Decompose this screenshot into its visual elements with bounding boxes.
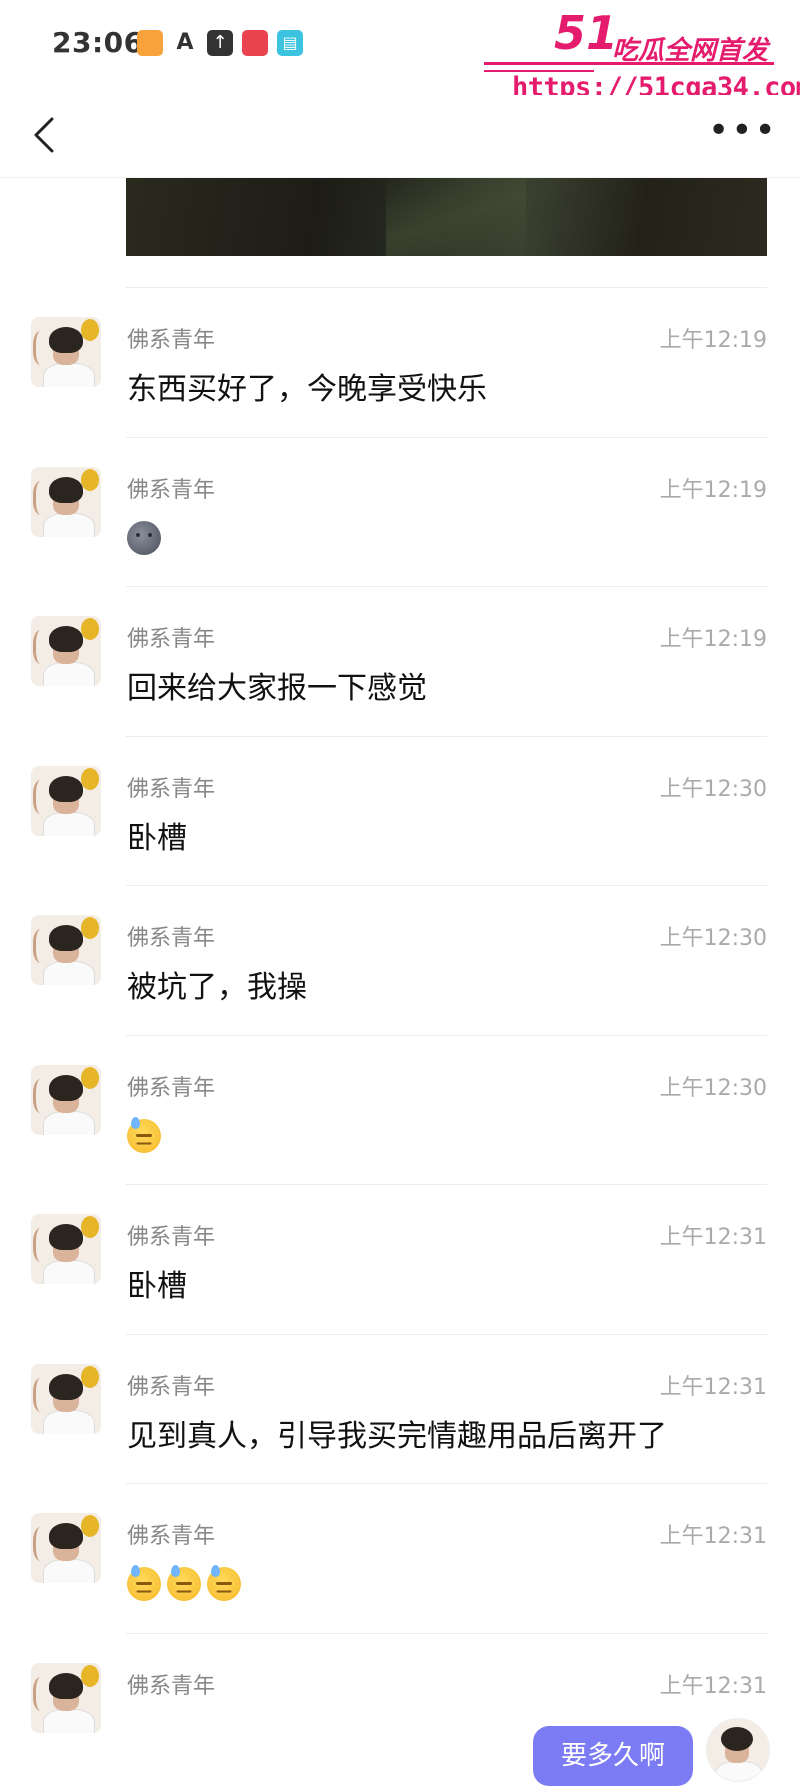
sender-name[interactable]: 佛系青年 bbox=[127, 1070, 215, 1102]
sender-name[interactable]: 佛系青年 bbox=[127, 1668, 215, 1700]
status-time: 23:06 bbox=[52, 26, 144, 59]
chat-header: ••• bbox=[0, 95, 800, 178]
sender-avatar[interactable] bbox=[31, 1513, 101, 1583]
sender-name[interactable]: 佛系青年 bbox=[127, 920, 215, 952]
message-emoji-row[interactable] bbox=[127, 1116, 167, 1155]
shopping-app-icon bbox=[242, 30, 268, 56]
app-notification-icon bbox=[137, 30, 163, 56]
downcast-sweat-face-icon bbox=[207, 1565, 241, 1601]
self-avatar[interactable] bbox=[706, 1718, 770, 1782]
message-emoji-row[interactable] bbox=[127, 1565, 247, 1603]
sender-avatar[interactable] bbox=[31, 1214, 101, 1284]
sender-name[interactable]: 佛系青年 bbox=[127, 1369, 215, 1401]
message-time: 上午12:31 bbox=[659, 1673, 767, 1699]
message-divider bbox=[126, 885, 767, 886]
downcast-sweat-face-icon bbox=[127, 1565, 161, 1601]
sender-avatar[interactable] bbox=[31, 1662, 101, 1733]
message-time: 上午12:30 bbox=[659, 776, 767, 802]
sender-avatar[interactable] bbox=[31, 1363, 101, 1434]
message-time: 上午12:30 bbox=[659, 1075, 767, 1101]
message-text[interactable]: 被坑了，我操 bbox=[127, 962, 307, 1006]
message-time: 上午12:19 bbox=[659, 328, 767, 353]
message-emoji-row[interactable] bbox=[127, 520, 167, 557]
message-time: 上午12:19 bbox=[659, 477, 767, 503]
message-divider bbox=[126, 1333, 767, 1335]
message-text[interactable]: 回来给大家报一下感觉 bbox=[127, 663, 427, 707]
message-text[interactable]: 东西买好了，今晚享受快乐 bbox=[127, 364, 487, 408]
more-dots-icon[interactable]: ••• bbox=[708, 113, 776, 151]
message-time: 上午12:31 bbox=[659, 1374, 767, 1400]
self-message-bubble[interactable]: 要多久啊 bbox=[533, 1726, 693, 1786]
watermark-underline bbox=[484, 62, 774, 65]
sender-avatar[interactable] bbox=[31, 1064, 101, 1135]
sender-avatar[interactable] bbox=[31, 616, 101, 686]
message-divider bbox=[126, 735, 767, 737]
message-divider bbox=[126, 436, 767, 438]
message-divider bbox=[126, 586, 767, 587]
chat-image-preview[interactable] bbox=[126, 178, 767, 256]
message-divider bbox=[126, 1632, 767, 1634]
message-divider bbox=[126, 1184, 767, 1185]
downcast-sweat-face-icon bbox=[167, 1565, 201, 1601]
message-divider bbox=[126, 1483, 767, 1484]
book-icon: ▤ bbox=[277, 30, 303, 56]
message-time: 上午12:19 bbox=[659, 627, 767, 652]
sender-name[interactable]: 佛系青年 bbox=[127, 1219, 215, 1251]
watermark-brand: 51 bbox=[554, 6, 619, 60]
upload-icon: ↑ bbox=[207, 30, 233, 56]
message-time: 上午12:30 bbox=[659, 926, 767, 951]
site-watermark: 51 吃瓜全网首发 https://51cga34.com bbox=[484, 6, 800, 107]
new-moon-face-icon bbox=[127, 520, 161, 555]
sender-name[interactable]: 佛系青年 bbox=[127, 1518, 215, 1550]
message-text[interactable]: 卧槽 bbox=[127, 1261, 187, 1305]
back-chevron-icon[interactable] bbox=[28, 115, 68, 155]
downcast-sweat-face-icon bbox=[127, 1116, 161, 1153]
message-divider bbox=[126, 287, 767, 288]
sender-avatar[interactable] bbox=[31, 915, 101, 985]
sender-avatar[interactable] bbox=[31, 466, 101, 537]
message-text[interactable]: 见到真人，引导我买完情趣用品后离开了 bbox=[127, 1411, 667, 1455]
sender-avatar[interactable] bbox=[31, 317, 101, 387]
message-text[interactable]: 卧槽 bbox=[127, 813, 187, 857]
sender-avatar[interactable] bbox=[31, 765, 101, 836]
message-divider bbox=[126, 1034, 767, 1036]
sender-name[interactable]: 佛系青年 bbox=[127, 472, 215, 504]
sender-name[interactable]: 佛系青年 bbox=[127, 621, 215, 653]
message-time: 上午12:31 bbox=[659, 1225, 767, 1250]
message-time: 上午12:31 bbox=[659, 1524, 767, 1549]
font-app-icon: A bbox=[176, 30, 194, 55]
sender-name[interactable]: 佛系青年 bbox=[127, 322, 215, 354]
sender-name[interactable]: 佛系青年 bbox=[127, 771, 215, 803]
